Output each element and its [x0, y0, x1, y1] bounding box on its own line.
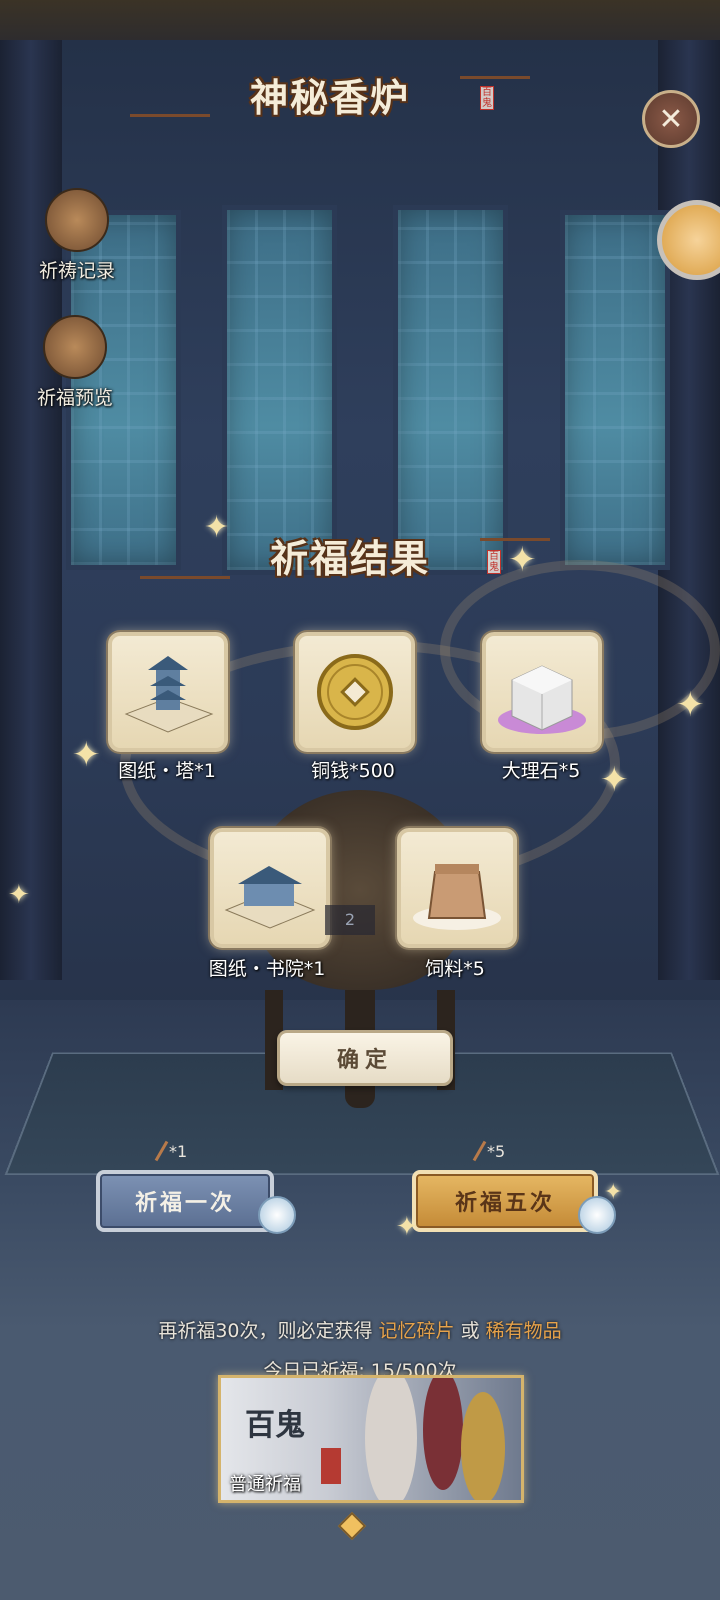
- reward-label: 大理石*5: [501, 760, 581, 782]
- prayer-records-button[interactable]: 祈祷记录: [22, 188, 132, 283]
- result-title: 祈福结果: [269, 535, 430, 581]
- pray-once-label: 祈福一次: [134, 1190, 235, 1216]
- feed-bag-icon: [413, 864, 501, 930]
- pool-card-normal[interactable]: 百鬼 普通祈福: [218, 1375, 524, 1503]
- page-title: 神秘香炉: [249, 74, 410, 120]
- sparkle-icon: ✦: [396, 1212, 418, 1242]
- pillar-left: [0, 40, 62, 980]
- academy-blueprint-icon: [224, 866, 316, 929]
- spirit-flame-icon: [258, 1196, 296, 1234]
- close-icon: ✕: [658, 101, 684, 137]
- scroll-icon: [45, 188, 109, 252]
- blessing-preview-button[interactable]: 祈福预览: [20, 315, 130, 410]
- reward-card-coin[interactable]: [295, 632, 415, 752]
- pray-five-button[interactable]: 祈福五次: [412, 1170, 598, 1232]
- blessing-preview-label: 祈福预览: [36, 387, 113, 409]
- window-4: [560, 210, 670, 570]
- sparkle-icon: ✦: [604, 1180, 623, 1205]
- confirm-button[interactable]: 确定: [277, 1030, 453, 1086]
- pagoda-blueprint-icon: [124, 656, 214, 733]
- pity-item-memory: 记忆碎片: [378, 1320, 455, 1342]
- pray-one-cost-text: *1: [169, 1141, 188, 1161]
- title-banner: 神秘香炉 百鬼: [130, 62, 530, 126]
- pity-or: 或: [460, 1320, 480, 1342]
- pray-five-cost: *5: [472, 1140, 506, 1162]
- sparkle-icon: ✦: [676, 685, 705, 725]
- reward-card-feed[interactable]: [397, 828, 517, 948]
- prayer-records-label: 祈祷记录: [38, 260, 115, 282]
- incense-sticks-icon: [43, 315, 107, 379]
- reward-card-pagoda[interactable]: [108, 632, 228, 752]
- close-button[interactable]: ✕: [642, 90, 700, 148]
- reward-label: 饲料*5: [425, 958, 485, 980]
- pity-prefix: 再祈福30次，则必定获得: [158, 1320, 373, 1342]
- pray-five-label: 祈福五次: [454, 1190, 555, 1216]
- reward-label: 铜钱*500: [311, 760, 395, 782]
- copper-coin-icon: [317, 654, 393, 730]
- pray-one-cost: *1: [154, 1140, 188, 1162]
- pool-label: 普通祈福: [229, 1474, 301, 1495]
- reward-card-academy[interactable]: [210, 828, 330, 948]
- pity-item-rare: 稀有物品: [485, 1320, 562, 1342]
- title-seal: 百鬼: [480, 86, 494, 110]
- sparkle-icon: ✦: [8, 880, 30, 910]
- reward-card-marble[interactable]: [482, 632, 602, 752]
- pity-info: 再祈福30次，则必定获得 记忆碎片 或 稀有物品: [0, 1316, 720, 1343]
- result-seal: 百鬼: [487, 550, 501, 574]
- sparkle-icon: ✦: [204, 510, 230, 545]
- pray-once-button[interactable]: 祈福一次: [96, 1170, 274, 1232]
- overlay-number: 2: [325, 905, 375, 935]
- reward-label: 图纸・塔*1: [118, 760, 216, 782]
- marble-block-icon: [498, 665, 586, 734]
- reward-label: 图纸・书院*1: [208, 958, 326, 980]
- result-banner: 祈福结果 百鬼: [140, 520, 560, 590]
- sparkle-icon: ✦: [508, 540, 537, 580]
- pray-five-cost-text: *5: [487, 1141, 506, 1161]
